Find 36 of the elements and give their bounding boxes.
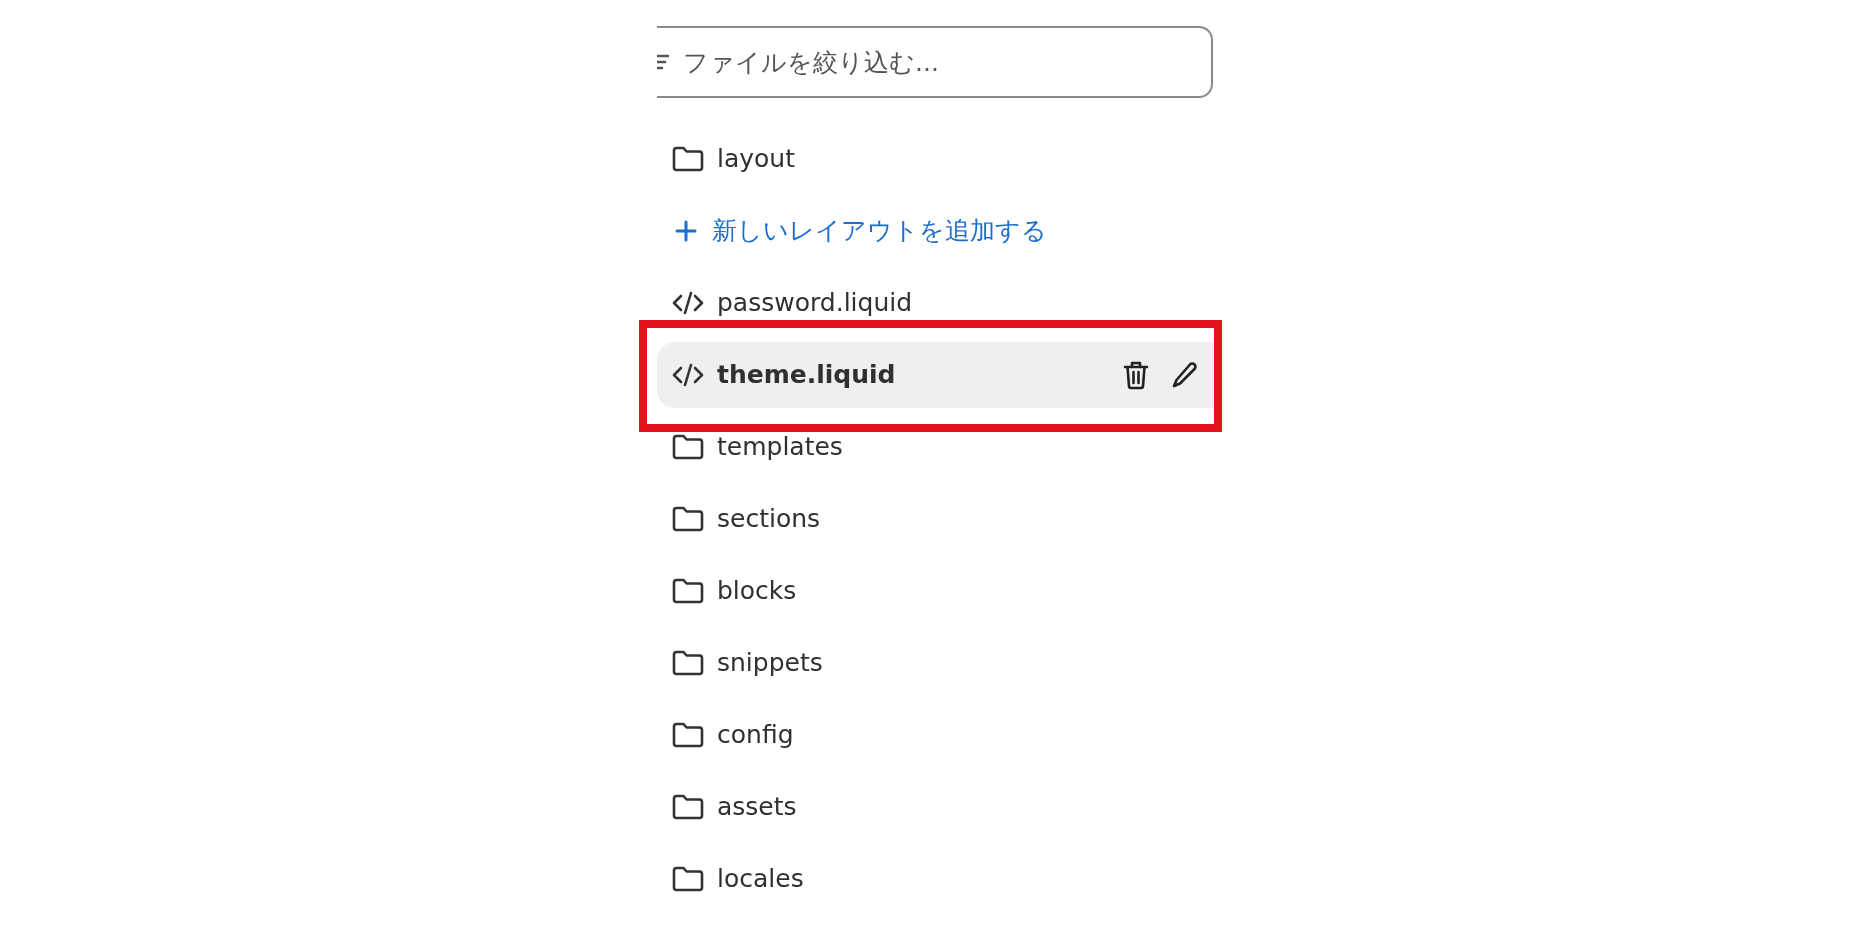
folder-icon [672,506,704,532]
code-icon [672,291,704,315]
file-tree-row[interactable]: snippets [657,630,1213,696]
filter-field[interactable]: ファイルを絞り込む... [657,26,1213,98]
item-label: locales [717,863,804,896]
filter-icon [657,53,669,71]
folder-icon [672,650,704,676]
item-label: sections [717,503,821,536]
folder-icon [672,434,704,460]
folder-icon [672,794,704,820]
file-tree-row[interactable]: templates [657,414,1213,480]
plus-icon [675,220,697,242]
file-tree-row[interactable]: blocks [657,558,1213,624]
item-label: templates [717,431,843,464]
trash-icon [1123,360,1149,390]
folder-icon [672,866,704,892]
item-label: password.liquid [717,287,913,320]
file-tree-row[interactable]: layout [657,126,1213,192]
item-label: theme.liquid [717,359,896,392]
pencil-icon [1171,361,1199,389]
file-tree-row[interactable]: theme.liquid [657,342,1213,408]
file-tree-row[interactable]: sections [657,486,1213,552]
file-tree-row[interactable]: config [657,702,1213,768]
item-label: config [717,719,794,752]
file-tree-row[interactable]: password.liquid [657,270,1213,336]
file-tree-row[interactable]: assets [657,774,1213,840]
folder-icon [672,578,704,604]
item-label: assets [717,791,797,824]
folder-icon [672,722,704,748]
item-label: snippets [717,647,823,680]
folder-icon [672,146,704,172]
item-label: blocks [717,575,797,608]
file-tree-row[interactable]: locales [657,846,1213,912]
item-label: layout [717,143,795,176]
code-icon [672,363,704,387]
add-layout-link[interactable]: 新しいレイアウトを追加する [657,195,1213,267]
